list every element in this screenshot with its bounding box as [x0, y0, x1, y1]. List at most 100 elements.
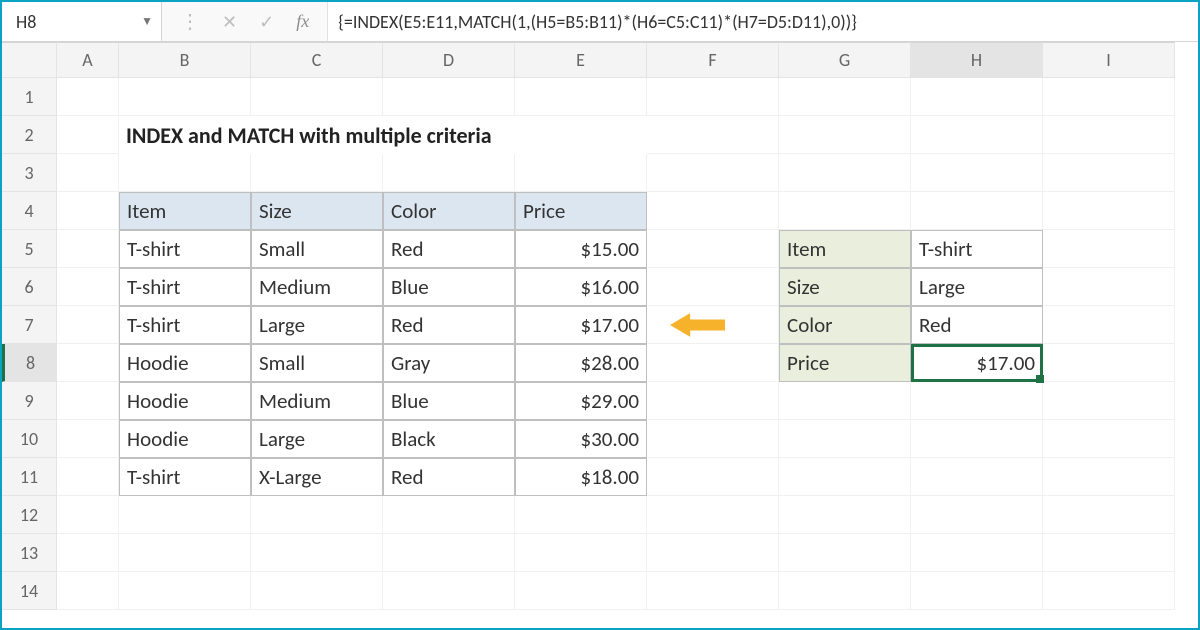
cell-F13[interactable]	[647, 534, 779, 572]
cell-G10[interactable]	[779, 420, 911, 458]
cell-B4[interactable]: Item	[119, 192, 251, 230]
cell-E11[interactable]: $18.00	[515, 458, 647, 496]
cell-F5[interactable]	[647, 230, 779, 268]
cell-A11[interactable]	[57, 458, 119, 496]
formula-input[interactable]: {=INDEX(E5:E11,MATCH(1,(H5=B5:B11)*(H6=C…	[327, 2, 1198, 41]
row-header-5[interactable]: 5	[2, 230, 57, 268]
cell-A3[interactable]	[57, 154, 119, 192]
col-header-C[interactable]: C	[251, 42, 383, 78]
cell-E12[interactable]	[515, 496, 647, 534]
cell-C6[interactable]: Medium	[251, 268, 383, 306]
cancel-icon[interactable]: ✕	[222, 11, 237, 33]
cell-D1[interactable]	[383, 78, 515, 116]
cell-H10[interactable]	[911, 420, 1043, 458]
col-header-H[interactable]: H	[911, 42, 1043, 78]
cell-E6[interactable]: $16.00	[515, 268, 647, 306]
cell-C5[interactable]: Small	[251, 230, 383, 268]
cell-E14[interactable]	[515, 572, 647, 610]
cell-I10[interactable]	[1043, 420, 1175, 458]
cell-E7[interactable]: $17.00	[515, 306, 647, 344]
cell-D10[interactable]: Black	[383, 420, 515, 458]
cell-G2[interactable]	[779, 116, 911, 154]
cell-F10[interactable]	[647, 420, 779, 458]
cell-F9[interactable]	[647, 382, 779, 420]
cell-D6[interactable]: Blue	[383, 268, 515, 306]
row-header-12[interactable]: 12	[2, 496, 57, 534]
cell-H14[interactable]	[911, 572, 1043, 610]
cell-C4[interactable]: Size	[251, 192, 383, 230]
cell-B3[interactable]	[119, 154, 251, 192]
cell-F14[interactable]	[647, 572, 779, 610]
cell-D4[interactable]: Color	[383, 192, 515, 230]
cell-C10[interactable]: Large	[251, 420, 383, 458]
cell-H9[interactable]	[911, 382, 1043, 420]
cell-G6[interactable]: Size	[779, 268, 911, 306]
cell-B13[interactable]	[119, 534, 251, 572]
enter-icon[interactable]: ✓	[259, 11, 274, 33]
row-header-9[interactable]: 9	[2, 382, 57, 420]
cell-H7[interactable]: Red	[911, 306, 1043, 344]
cell-H4[interactable]	[911, 192, 1043, 230]
cell-A12[interactable]	[57, 496, 119, 534]
row-header-3[interactable]: 3	[2, 154, 57, 192]
cell-B10[interactable]: Hoodie	[119, 420, 251, 458]
cell-A13[interactable]	[57, 534, 119, 572]
cell-E10[interactable]: $30.00	[515, 420, 647, 458]
cell-D12[interactable]	[383, 496, 515, 534]
cell-I14[interactable]	[1043, 572, 1175, 610]
cell-F4[interactable]	[647, 192, 779, 230]
cell-H6[interactable]: Large	[911, 268, 1043, 306]
cell-B9[interactable]: Hoodie	[119, 382, 251, 420]
cell-B8[interactable]: Hoodie	[119, 344, 251, 382]
cell-G13[interactable]	[779, 534, 911, 572]
spreadsheet-grid[interactable]: A B C D E F G H I 1 2 INDEX and MATCH wi…	[2, 42, 1198, 610]
cell-D9[interactable]: Blue	[383, 382, 515, 420]
cell-E4[interactable]: Price	[515, 192, 647, 230]
cell-F8[interactable]	[647, 344, 779, 382]
col-header-G[interactable]: G	[779, 42, 911, 78]
cell-A5[interactable]	[57, 230, 119, 268]
cell-D8[interactable]: Gray	[383, 344, 515, 382]
cell-F12[interactable]	[647, 496, 779, 534]
col-header-B[interactable]: B	[119, 42, 251, 78]
cell-E8[interactable]: $28.00	[515, 344, 647, 382]
col-header-A[interactable]: A	[57, 42, 119, 78]
cell-D3[interactable]	[383, 154, 515, 192]
cell-I13[interactable]	[1043, 534, 1175, 572]
cell-I5[interactable]	[1043, 230, 1175, 268]
cell-C3[interactable]	[251, 154, 383, 192]
cell-H3[interactable]	[911, 154, 1043, 192]
cell-I12[interactable]	[1043, 496, 1175, 534]
cell-H13[interactable]	[911, 534, 1043, 572]
cell-C12[interactable]	[251, 496, 383, 534]
row-header-10[interactable]: 10	[2, 420, 57, 458]
cell-D11[interactable]: Red	[383, 458, 515, 496]
cell-G1[interactable]	[779, 78, 911, 116]
cell-G8[interactable]: Price	[779, 344, 911, 382]
cell-A2[interactable]	[57, 116, 119, 154]
row-header-7[interactable]: 7	[2, 306, 57, 344]
cell-C8[interactable]: Small	[251, 344, 383, 382]
cell-A14[interactable]	[57, 572, 119, 610]
cell-B5[interactable]: T-shirt	[119, 230, 251, 268]
cell-D13[interactable]	[383, 534, 515, 572]
cell-E13[interactable]	[515, 534, 647, 572]
cell-A6[interactable]	[57, 268, 119, 306]
cell-A8[interactable]	[57, 344, 119, 382]
cell-H12[interactable]	[911, 496, 1043, 534]
cell-G9[interactable]	[779, 382, 911, 420]
cell-C14[interactable]	[251, 572, 383, 610]
row-header-13[interactable]: 13	[2, 534, 57, 572]
cell-D14[interactable]	[383, 572, 515, 610]
cell-F1[interactable]	[647, 78, 779, 116]
row-header-4[interactable]: 4	[2, 192, 57, 230]
cell-G7[interactable]: Color	[779, 306, 911, 344]
row-header-8[interactable]: 8	[2, 344, 57, 382]
cell-E5[interactable]: $15.00	[515, 230, 647, 268]
cell-F2[interactable]	[647, 116, 779, 154]
name-box-dropdown-icon[interactable]: ▼	[141, 14, 153, 29]
cell-G5[interactable]: Item	[779, 230, 911, 268]
cell-H8[interactable]: $17.00	[911, 344, 1043, 382]
fx-icon[interactable]: fx	[296, 11, 309, 32]
col-header-I[interactable]: I	[1043, 42, 1175, 78]
